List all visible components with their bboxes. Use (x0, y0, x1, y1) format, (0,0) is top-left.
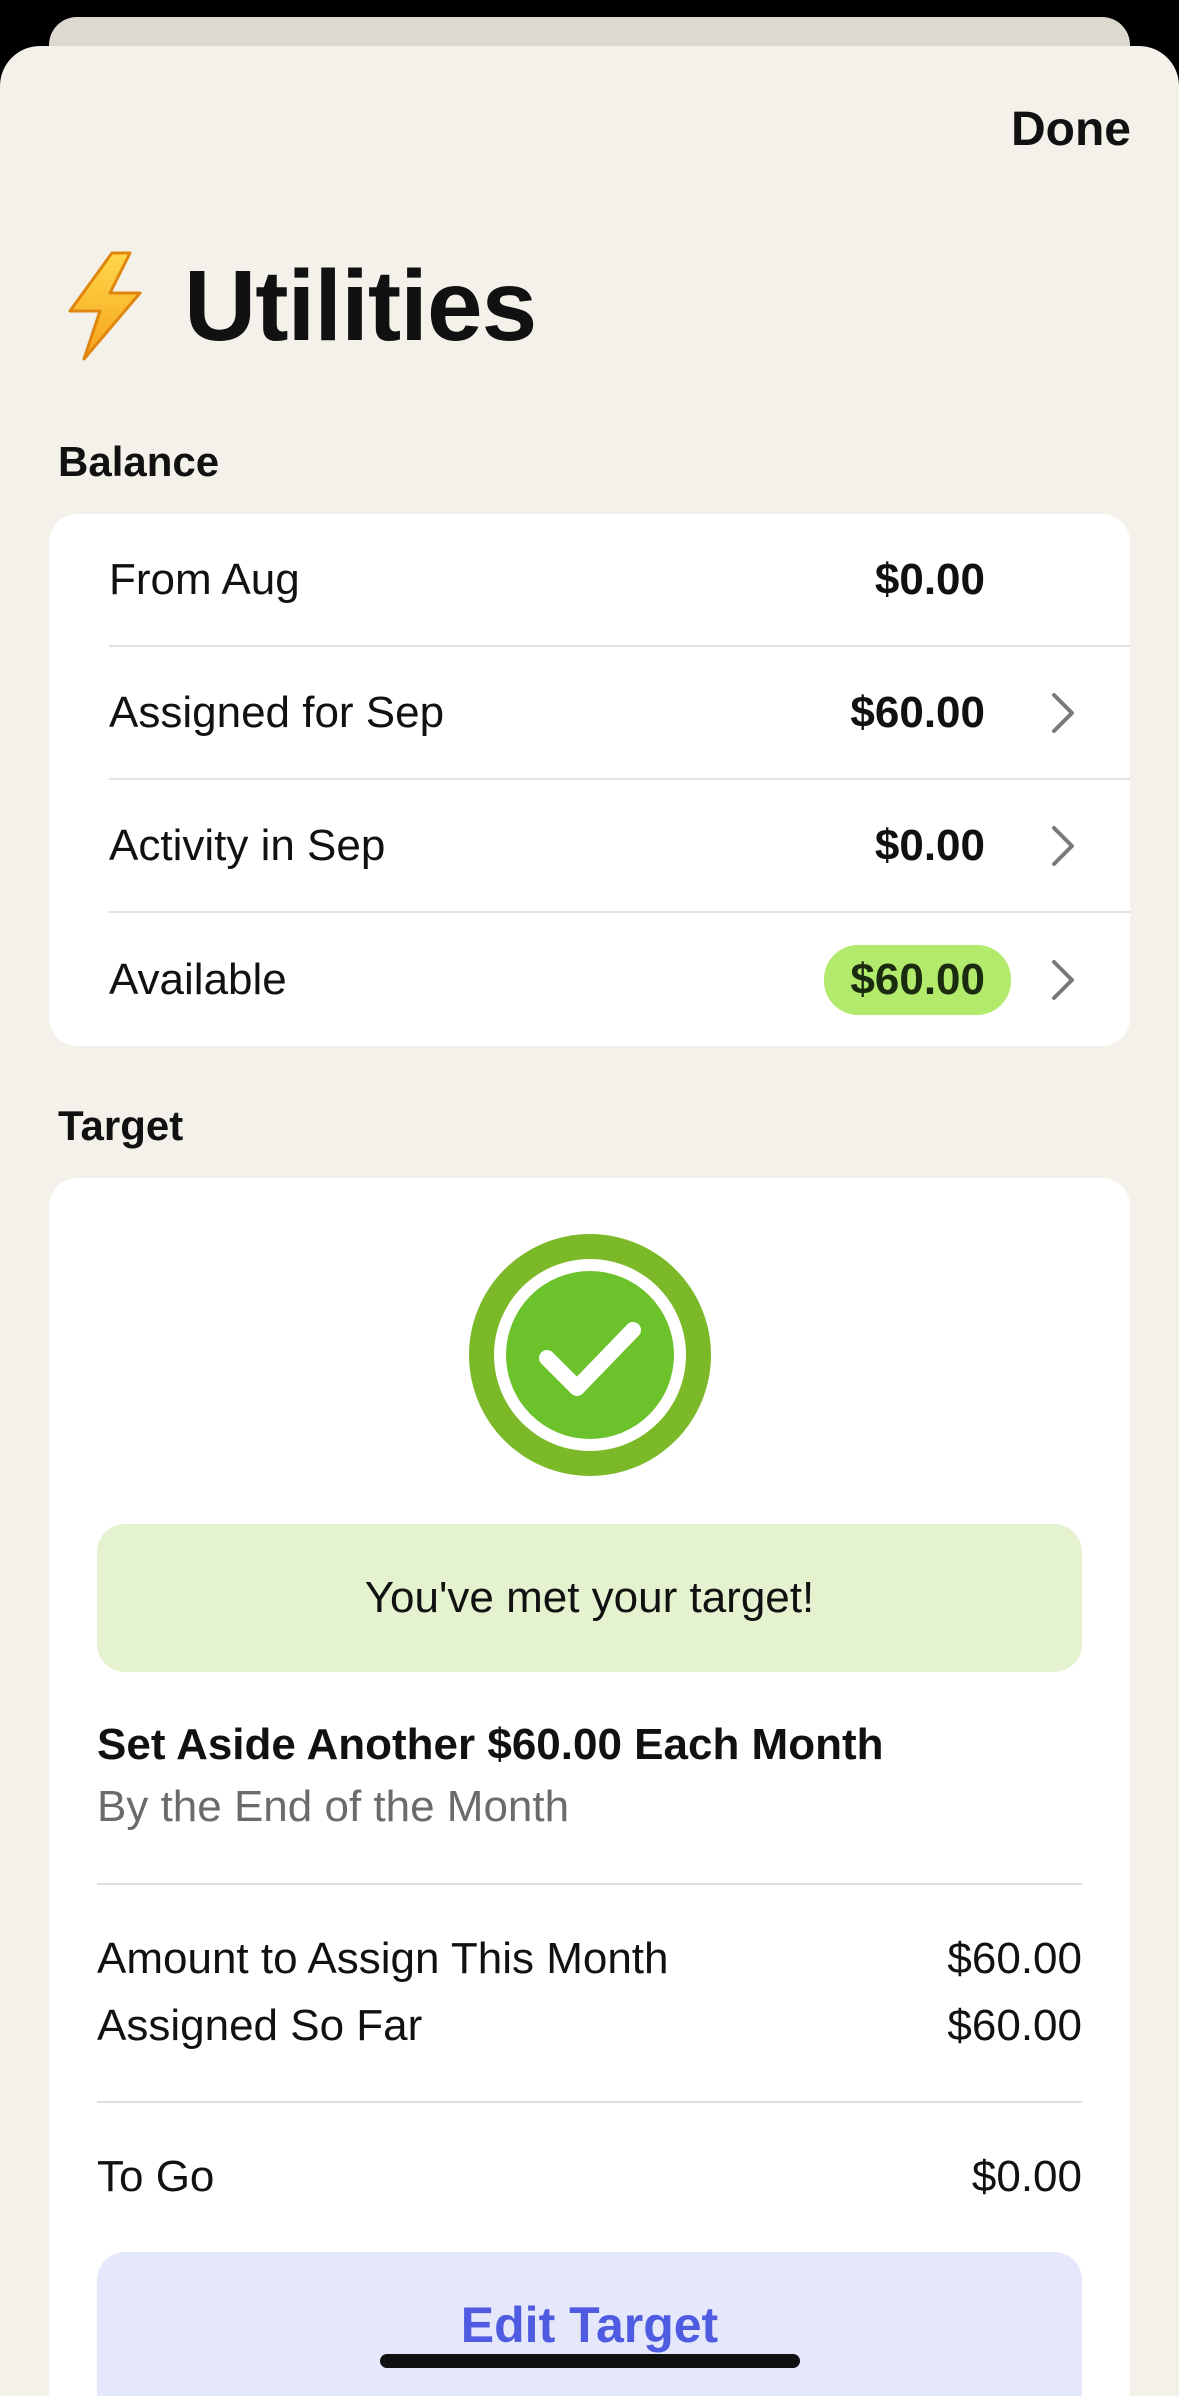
row-value: $0.00 (874, 554, 985, 604)
assigned-so-far-value: $60.00 (947, 2001, 1082, 2050)
chevron-right-icon (1052, 959, 1074, 1000)
balance-row-assigned[interactable]: Assigned for Sep $60.00 (109, 647, 1130, 778)
page-title: Utilities (184, 249, 537, 362)
target-section-label: Target (58, 1102, 184, 1149)
target-divider (97, 1883, 1082, 1885)
row-value: $60.00 (850, 687, 985, 737)
available-badge: $60.00 (824, 944, 1011, 1015)
edit-target-button[interactable]: Edit Target (97, 2252, 1082, 2396)
to-go-label: To Go (97, 2152, 215, 2201)
amount-to-assign-label: Amount to Assign This Month (97, 1934, 669, 1983)
home-indicator (380, 2354, 800, 2368)
amount-to-assign-value: $60.00 (947, 1934, 1082, 1983)
assigned-so-far-row: Assigned So Far $60.00 (97, 2001, 1082, 2051)
title-row: Utilities (60, 246, 537, 366)
target-divider (97, 2101, 1082, 2103)
balance-section-label: Balance (58, 438, 220, 485)
assigned-so-far-label: Assigned So Far (97, 2001, 423, 2050)
row-value: $0.00 (874, 820, 985, 870)
target-heading: Set Aside Another $60.00 Each Month (97, 1720, 884, 1769)
balance-row-from-aug: From Aug $0.00 (109, 514, 1130, 645)
target-subheading: By the End of the Month (97, 1782, 570, 1831)
chevron-right-icon (1052, 692, 1074, 733)
check-circle-icon (469, 1234, 711, 1476)
lightning-bolt-icon (68, 251, 142, 361)
balance-row-activity[interactable]: Activity in Sep $0.00 (109, 780, 1130, 911)
to-go-row: To Go $0.00 (97, 2152, 1082, 2202)
amount-to-assign-row: Amount to Assign This Month $60.00 (97, 1934, 1082, 1984)
done-button[interactable]: Done (1011, 102, 1131, 157)
balance-row-available[interactable]: Available $60.00 (109, 913, 1130, 1046)
chevron-right-icon (1052, 825, 1074, 866)
target-met-banner: You've met your target! (97, 1524, 1082, 1672)
to-go-value: $0.00 (971, 2152, 1082, 2201)
balance-card: From Aug $0.00 Assigned for Sep $60.00 A… (49, 514, 1130, 1046)
